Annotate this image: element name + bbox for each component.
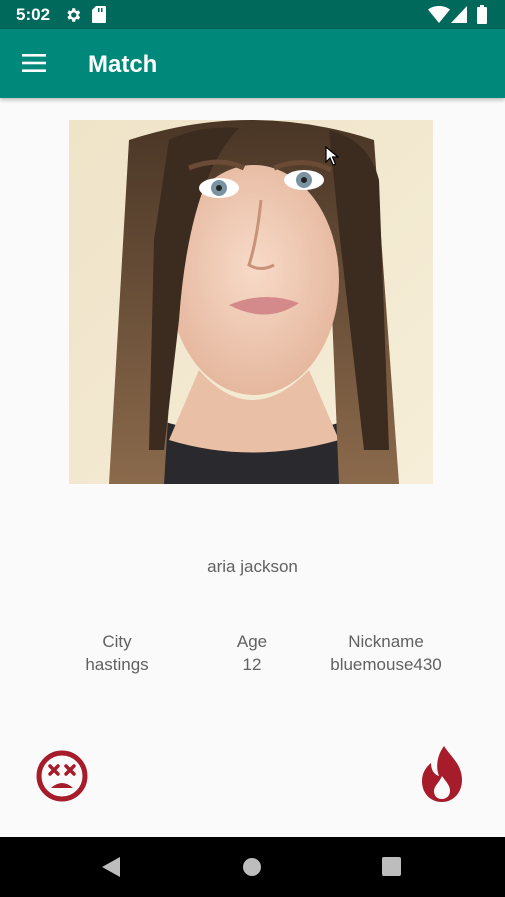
age-column: Age 12 xyxy=(202,630,302,676)
battery-icon xyxy=(477,5,487,29)
hamburger-menu-icon[interactable] xyxy=(22,53,46,73)
status-bar: 5:02 xyxy=(0,0,505,29)
city-value: hastings xyxy=(85,655,149,674)
wifi-icon xyxy=(428,6,450,28)
signal-icon xyxy=(451,6,467,28)
back-triangle-icon[interactable] xyxy=(101,856,121,883)
home-circle-icon[interactable] xyxy=(242,857,262,882)
dislike-button[interactable] xyxy=(36,750,88,802)
nickname-label: Nickname xyxy=(348,632,424,651)
profile-photo xyxy=(69,120,433,484)
mouse-cursor-icon xyxy=(325,145,340,171)
flame-icon xyxy=(422,746,462,802)
sd-card-icon xyxy=(92,6,106,28)
dead-face-icon xyxy=(36,750,88,802)
nickname-value: bluemouse430 xyxy=(330,655,442,674)
profile-name: aria jackson xyxy=(207,557,298,576)
app-bar: Match xyxy=(0,29,505,98)
city-column: City hastings xyxy=(67,630,167,676)
navigation-bar xyxy=(0,837,505,897)
page-title: Match xyxy=(88,51,158,78)
recents-square-icon[interactable] xyxy=(382,857,401,881)
age-label: Age xyxy=(236,632,268,651)
like-button[interactable] xyxy=(420,746,464,802)
age-value: 12 xyxy=(242,655,262,674)
status-time: 5:02 xyxy=(16,5,51,24)
nickname-column: Nickname bluemouse430 xyxy=(316,630,456,676)
city-label: City xyxy=(102,632,132,651)
gear-icon xyxy=(64,6,82,29)
